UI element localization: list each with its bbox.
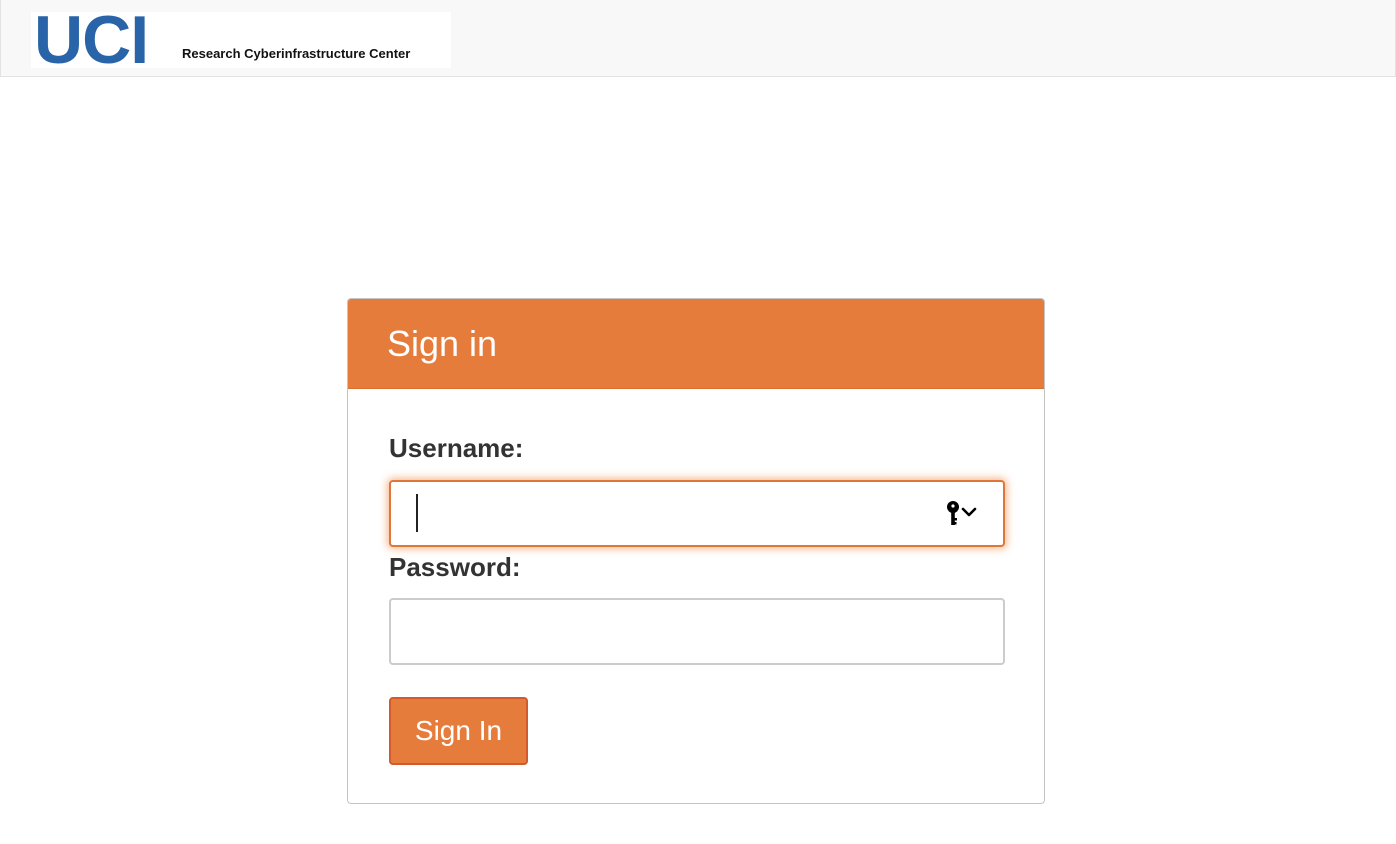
password-input[interactable] bbox=[389, 598, 1005, 665]
panel-title: Sign in bbox=[387, 323, 498, 364]
password-label: Password: bbox=[389, 552, 521, 582]
logo-subtitle: Research Cyberinfrastructure Center bbox=[182, 46, 411, 61]
top-navbar: UCI Research Cyberinfrastructure Center bbox=[0, 0, 1396, 77]
panel-heading: Sign in bbox=[348, 299, 1044, 389]
username-label: Username: bbox=[389, 433, 524, 463]
logo-wordmark: UCI bbox=[34, 2, 149, 78]
password-autofill-key-icon[interactable] bbox=[944, 499, 980, 529]
uci-logo[interactable]: UCI Research Cyberinfrastructure Center bbox=[31, 6, 451, 74]
sign-in-button[interactable]: Sign In bbox=[389, 697, 528, 765]
text-caret bbox=[416, 494, 418, 532]
username-input[interactable] bbox=[389, 480, 1005, 547]
signin-panel: Sign in Username: Password: Sign In bbox=[347, 298, 1045, 804]
